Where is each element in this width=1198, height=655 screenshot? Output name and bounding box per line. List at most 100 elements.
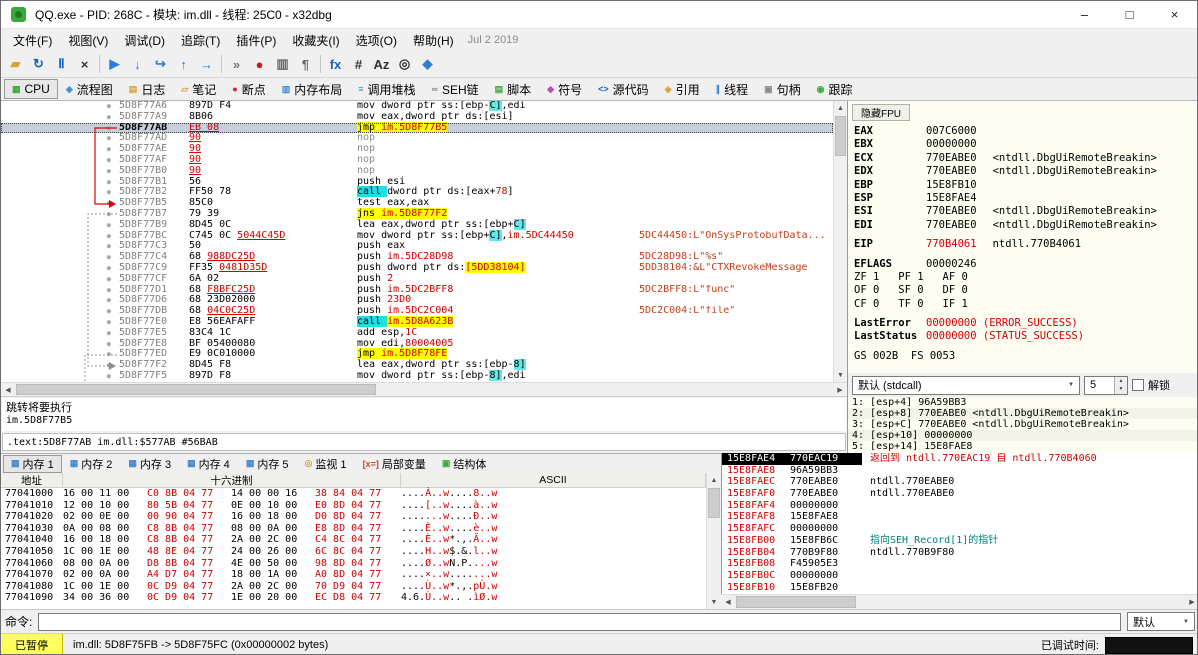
register-row[interactable]: ZF 1 PF 1 AF 0 [854, 271, 1197, 284]
menu-item[interactable]: 调试(D) [116, 29, 173, 52]
scroll-down-icon[interactable]: ▼ [834, 368, 847, 382]
dump-row[interactable]: 77041020 02 00 0E 00 00 90 04 77 16 00 18 0… [1, 511, 706, 523]
dump-header-address[interactable]: 地址 [1, 473, 63, 487]
unlock-checkbox[interactable]: 解锁 [1132, 377, 1170, 393]
scroll-down-icon[interactable]: ▼ [707, 595, 721, 609]
dump-header-hex[interactable]: 十六进制 [63, 473, 401, 487]
register-row[interactable]: EBP 15E8FB10 [854, 179, 1197, 192]
stop-icon[interactable]: × [73, 53, 96, 75]
step-out-icon[interactable]: ↑ [172, 53, 195, 75]
register-row[interactable]: OF 0 SF 0 DF 0 [854, 284, 1197, 297]
tab-memory-map[interactable]: ▥ 内存布局 [274, 79, 351, 99]
disasm-row[interactable]: ● 5D8F77F5 897D F8 mov dword ptr ss:[ebp-8]… [1, 369, 833, 382]
breakpoint-dot-icon[interactable]: ● [1, 155, 119, 166]
tab-threads[interactable]: ∥ 线程 [708, 79, 757, 99]
tab-notes[interactable]: ▱ 笔记 [173, 79, 224, 99]
step-into-icon[interactable]: ↓ [126, 53, 149, 75]
tab-symbols[interactable]: ◆ 符号 [539, 79, 590, 99]
run-to-return-icon[interactable]: → [195, 53, 218, 75]
open-file-icon[interactable]: ▰ [4, 53, 27, 75]
disasm-vertical-scrollbar[interactable]: ▲ ▼ [833, 101, 847, 382]
dump-row[interactable]: 77041000 16 00 11 00 C0 8B 04 77 14 00 00 1… [1, 488, 706, 500]
breakpoint-dot-icon[interactable]: ● [1, 328, 119, 339]
record-icon[interactable]: ● [248, 53, 271, 75]
scroll-right-icon[interactable]: ▶ [833, 383, 847, 396]
stack-view[interactable]: 15E8FAE4 770EAC19 返回到 ntdll.770EAC19 自 ntd… [721, 453, 1197, 594]
scroll-thumb[interactable] [16, 384, 376, 395]
dump-row[interactable]: 77041090 34 00 36 00 0C D9 04 77 1E 00 20 0… [1, 592, 706, 604]
breakpoint-dot-icon[interactable]: ● [1, 101, 119, 112]
stack-row[interactable]: 15E8FB10 15E8FB20 [722, 582, 1197, 594]
spin-up-icon[interactable]: ▲ [1115, 376, 1127, 385]
stack-row[interactable]: 15E8FB04 770B9F80 ntdll.770B9F80 [722, 547, 1197, 559]
tab-log[interactable]: ▤ 日志 [121, 79, 174, 99]
menu-item[interactable]: 追踪(T) [173, 29, 228, 52]
stack-horizontal-scrollbar[interactable]: ◀ ▶ [721, 594, 1197, 609]
tab-call-stack[interactable]: ≡ 调用堆栈 [350, 79, 423, 99]
close-button[interactable]: × [1152, 1, 1197, 28]
tab-handles[interactable]: ▣ 句柄 [756, 79, 809, 99]
scroll-thumb[interactable] [835, 116, 846, 156]
command-input[interactable] [38, 612, 1121, 631]
comment-icon[interactable]: ¶ [294, 53, 317, 75]
menu-item[interactable]: 收藏夹(I) [284, 29, 347, 52]
breakpoint-dot-icon[interactable]: ● [1, 133, 119, 144]
patch-icon[interactable]: ▥ [271, 53, 294, 75]
maximize-button[interactable]: □ [1107, 1, 1152, 28]
tab-locals[interactable]: [x=] 局部变量 [355, 455, 434, 473]
scroll-left-icon[interactable]: ◀ [1, 383, 15, 396]
font-icon[interactable]: Az [370, 53, 393, 75]
minimize-button[interactable]: – [1062, 1, 1107, 28]
breakpoint-dot-icon[interactable]: ● [1, 144, 119, 155]
tab-watch-1[interactable]: ◎ 监视 1 [297, 455, 355, 473]
register-row[interactable]: EBX 00000000 [854, 138, 1197, 151]
dump-header-ascii[interactable]: ASCII [401, 473, 706, 487]
breakpoint-dot-icon[interactable]: ● [1, 198, 119, 209]
menu-item[interactable]: 选项(O) [348, 29, 405, 52]
breakpoint-dot-icon[interactable]: ● [1, 241, 119, 252]
dump-vertical-scrollbar[interactable]: ▲ ▼ [706, 473, 721, 609]
stack-row[interactable]: 15E8FB08 F45905E3 [722, 558, 1197, 570]
tab-trace[interactable]: ◉ 跟踪 [809, 79, 861, 99]
argument-row[interactable]: 3: [esp+C] 770EABE0 <ntdll.DbgUiRemoteBr… [848, 419, 1197, 430]
scroll-thumb[interactable] [708, 488, 720, 518]
stack-row[interactable]: 15E8FB0C 00000000 [722, 570, 1197, 582]
tab-seh-chain[interactable]: ∞ SEH链 [424, 79, 487, 99]
tab-cpu[interactable]: ▦ CPU [4, 79, 58, 99]
registers-panel[interactable]: 隐藏FPU EAX 007C6000 EBX 00000000 ECX 770EABE0 <… [847, 101, 1197, 373]
menu-item[interactable]: 视图(V) [60, 29, 116, 52]
register-row[interactable]: EAX 007C6000 [854, 125, 1197, 138]
breakpoint-dot-icon[interactable]: ● [1, 177, 119, 188]
disassembly-view[interactable]: ● 5D8F77A6 897D F4 mov dword ptr ss:[ebp-C]… [1, 101, 847, 382]
argument-row[interactable]: 5: [esp+14] 15E8FAE8 [848, 441, 1197, 452]
disasm-row[interactable]: ● 5D8F77A9 8B06 mov eax,dword ptr ds:[esi] [1, 111, 833, 123]
breakpoint-dot-icon[interactable]: ● [1, 285, 119, 296]
argument-row[interactable]: 1: [esp+4] 96A59BB3 [848, 397, 1197, 408]
menu-item[interactable]: 文件(F) [5, 29, 60, 52]
register-row[interactable]: EDI 770EABE0 <ntdll.DbgUiRemoteBreakin> [854, 219, 1197, 232]
dump-row[interactable]: 77041010 12 00 10 00 80 5B 04 77 0E 00 10 0… [1, 500, 706, 512]
breakpoint-dot-icon[interactable]: ● [1, 274, 119, 285]
checkbox-icon[interactable] [1132, 379, 1144, 391]
breakpoint-dot-icon[interactable]: ● [1, 187, 119, 198]
breakpoint-dot-icon[interactable]: ● [1, 112, 119, 123]
breakpoint-dot-icon[interactable]: ● [1, 166, 119, 177]
breakpoint-dot-icon[interactable]: ● [1, 231, 119, 242]
hash-icon[interactable]: # [347, 53, 370, 75]
breakpoint-dot-icon[interactable]: ● [1, 349, 119, 360]
scroll-up-icon[interactable]: ▲ [707, 473, 721, 487]
register-row[interactable]: EIP 770B4061 ntdll.770B4061 [854, 238, 1197, 251]
dump-row[interactable]: 77041080 1C 00 1E 00 0C D9 04 77 2A 00 2C 0… [1, 581, 706, 593]
breakpoint-dot-icon[interactable]: ● [1, 360, 119, 371]
dump-row[interactable]: 77041070 02 00 0A 00 A4 D7 04 77 18 00 1A 0… [1, 569, 706, 581]
dump-row[interactable]: 77041030 0A 00 08 00 C8 8B 04 77 08 00 0A 0… [1, 523, 706, 535]
breakpoint-dot-icon[interactable]: ● [1, 263, 119, 274]
disasm-horizontal-scrollbar[interactable]: ◀ ▶ [1, 382, 847, 396]
fx-icon[interactable]: fx [324, 53, 347, 75]
register-row[interactable]: CF 0 TF 0 IF 1 [854, 298, 1197, 311]
register-row[interactable]: ECX 770EABE0 <ntdll.DbgUiRemoteBreakin> [854, 152, 1197, 165]
run-icon[interactable]: ▶ [103, 53, 126, 75]
search-icon[interactable]: ◎ [393, 53, 416, 75]
tab-breakpoints[interactable]: ● 断点 [224, 79, 273, 99]
tab-memory-3[interactable]: ▦ 内存 3 [120, 455, 179, 473]
